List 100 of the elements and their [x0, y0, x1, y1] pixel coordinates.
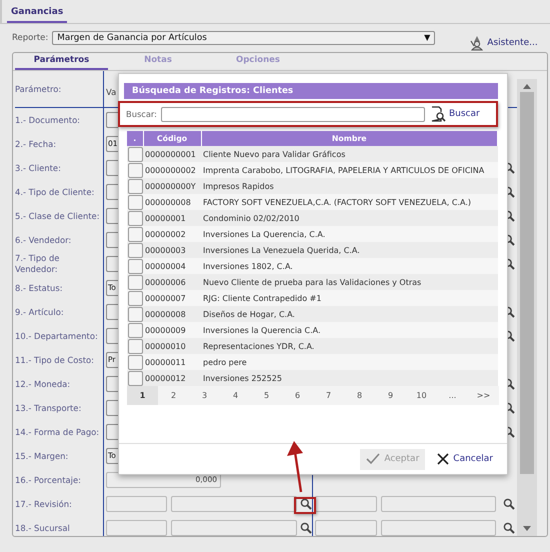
cancel-button[interactable]: Cancelar — [431, 448, 499, 470]
checkbox[interactable] — [128, 162, 143, 178]
table-cell: 0000000001 — [143, 146, 201, 162]
table-cell: Impresos Rapidos — [201, 178, 498, 194]
input-field[interactable] — [106, 232, 118, 248]
input-field[interactable] — [315, 496, 377, 512]
page-link[interactable]: 2 — [158, 386, 189, 405]
column-header: Parámetro: — [15, 84, 62, 94]
table-cell: Inversiones 252525 — [201, 370, 498, 386]
input-field[interactable] — [315, 520, 377, 536]
table-cell: Condominio 02/02/2010 — [201, 210, 498, 226]
table-cell: 00000002 — [143, 226, 201, 242]
page-link[interactable]: 9 — [375, 386, 406, 405]
wizard-icon[interactable] — [469, 35, 486, 51]
checkbox[interactable] — [128, 242, 143, 258]
page-link[interactable]: 8 — [344, 386, 375, 405]
input-field[interactable] — [106, 112, 118, 128]
search-button[interactable]: Buscar — [430, 106, 480, 122]
table-cell: 00000003 — [143, 242, 201, 258]
table-cell: 00000004 — [143, 258, 201, 274]
search-icon[interactable] — [300, 498, 312, 510]
table-cell: Inversiones la Querencia C.A. — [201, 322, 498, 338]
tab[interactable]: Ganancias — [7, 0, 68, 23]
input-field[interactable] — [106, 496, 167, 512]
checkbox[interactable] — [128, 178, 143, 194]
checkmark-icon — [366, 453, 380, 465]
page-link[interactable]: 5 — [251, 386, 282, 405]
checkbox[interactable] — [128, 306, 143, 322]
checkbox[interactable] — [128, 322, 143, 338]
checkbox[interactable] — [128, 210, 143, 226]
page-link[interactable]: 7 — [313, 386, 344, 405]
close-icon — [437, 453, 450, 465]
input-field[interactable] — [106, 520, 167, 536]
input-field[interactable] — [106, 208, 118, 224]
input-field[interactable] — [106, 256, 118, 272]
table-cell: 00000007 — [143, 290, 201, 306]
report-label: Reporte: — [12, 33, 48, 43]
page-link[interactable]: 1 — [127, 386, 158, 405]
parameter-label: 5.- Clase de Cliente: — [15, 210, 100, 222]
scroll-down-icon[interactable] — [522, 525, 532, 532]
checkbox[interactable] — [128, 338, 143, 354]
page-link[interactable]: 4 — [220, 386, 251, 405]
checkbox[interactable] — [128, 194, 143, 210]
table-cell: FACTORY SOFT VENEZUELA,C.A. (FACTORY SOFT VENEZUELA, C.A.) — [201, 194, 498, 210]
page-link[interactable]: 10 — [406, 386, 437, 405]
scrollbar-thumb[interactable] — [520, 92, 534, 474]
checkbox[interactable] — [128, 146, 143, 162]
table-cell: pedro pere — [201, 354, 498, 370]
parameter-label: 4.- Tipo de Cliente: — [15, 186, 94, 198]
input-field[interactable] — [106, 304, 118, 320]
checkbox[interactable] — [128, 354, 143, 370]
input-field[interactable] — [381, 496, 496, 512]
scroll-up-icon[interactable] — [522, 83, 532, 90]
table-cell: Cliente Nuevo para Validar Gráficos — [201, 146, 498, 162]
input-field[interactable] — [106, 400, 118, 416]
dialog-title: Búsqueda de Registros: Clientes — [124, 83, 498, 99]
column-header: Va — [105, 86, 116, 99]
parameter-label: 15.- Margen: — [15, 450, 68, 462]
checkbox[interactable] — [128, 370, 143, 386]
parameter-label: 12.- Moneda: — [15, 378, 70, 390]
report-select[interactable]: Margen de Ganancia por Artículos ▼ — [52, 31, 436, 45]
search-icon[interactable] — [300, 522, 312, 534]
parameter-label: 14.- Forma de Pago: — [15, 426, 100, 438]
table-cell: 00000006 — [143, 274, 201, 290]
table-cell: Inversiones 1802, C.A. — [201, 258, 498, 274]
input-field[interactable] — [171, 496, 297, 512]
input-field[interactable] — [171, 520, 297, 536]
table-cell: 00000010 — [143, 338, 201, 354]
table-cell: Diseños de Hogar, C.A. — [201, 306, 498, 322]
assistant-link[interactable]: Asistente... — [487, 38, 538, 48]
input-field[interactable] — [106, 424, 118, 440]
checkbox[interactable] — [128, 226, 143, 242]
search-field[interactable] — [160, 106, 425, 122]
table-cell: 00000012 — [143, 370, 201, 386]
page-link[interactable]: 6 — [282, 386, 313, 405]
highlight-frame — [294, 497, 316, 514]
checkbox[interactable] — [128, 290, 143, 306]
page-link[interactable]: 3 — [189, 386, 220, 405]
checkbox[interactable] — [128, 274, 143, 290]
parameter-label: 1.- Documento: — [15, 114, 80, 126]
parameter-label: 10.- Departamento: — [15, 330, 98, 342]
search-icon[interactable] — [503, 498, 515, 510]
parameter-label: 7.- Tipo de Vendedor: — [15, 253, 60, 275]
parameter-label: 16.- Porcentaje: — [15, 474, 81, 486]
table-cell: 00000009 — [143, 322, 201, 338]
checkbox[interactable] — [128, 258, 143, 274]
scrollbar[interactable] — [517, 79, 537, 536]
input-field[interactable] — [106, 376, 118, 392]
input-field[interactable] — [106, 184, 118, 200]
tab[interactable]: Parámetros — [15, 53, 108, 70]
page-link[interactable]: >> — [468, 386, 499, 405]
table-cell: 0000000002 — [143, 162, 201, 178]
table-cell: Imprenta Carabobo, LITOGRAFIA, PAPELERIA Y ARTICULOS DE OFICINA — [201, 162, 498, 178]
input-field[interactable] — [106, 160, 118, 176]
input-field[interactable] — [106, 328, 118, 344]
table-cell: Representaciones YDR, C.A. — [201, 338, 498, 354]
parameter-label: 13.- Transporte: — [15, 402, 82, 414]
page-link[interactable]: ... — [437, 386, 468, 405]
search-icon[interactable] — [503, 522, 515, 534]
input-field[interactable] — [381, 520, 496, 536]
